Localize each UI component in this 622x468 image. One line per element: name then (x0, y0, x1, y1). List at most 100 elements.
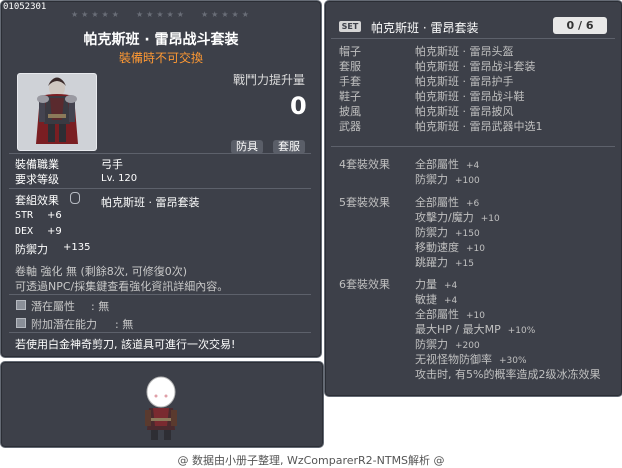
set-effect-text: 全部屬性 (415, 196, 459, 209)
set-effect-text: 最大HP / 最大MP (415, 323, 501, 336)
power-increase-label: 戰鬥力提升量 (233, 73, 306, 87)
character-preview-panel (0, 361, 324, 448)
set-effect-tier: 6套裝效果 (339, 278, 390, 291)
job-value: 弓手 (101, 158, 123, 171)
set-piece-slot: 套服 (339, 60, 361, 73)
set-effect-text: 全部屬性 (415, 308, 459, 321)
set-name: 帕克斯班 · 雷昂套装 (371, 21, 479, 35)
set-piece-slot: 手套 (339, 75, 361, 88)
set-piece-name: 帕克斯班 · 雷昂战斗套装 (415, 60, 536, 73)
set-effect-line: 力量 +4 (415, 276, 457, 292)
potential-value: : 無 (91, 300, 110, 313)
set-effect-value: +10 (480, 214, 500, 224)
set-effect-value: +15 (455, 259, 474, 269)
item-tooltip-panel: 01052301 ★★★★★ ★★★★★ ★★★★★ 帕克斯班 · 雷昂战斗套装… (0, 0, 322, 358)
set-piece-name: 帕克斯班 · 雷昂护手 (415, 75, 514, 88)
level-value: Lv. 120 (101, 173, 138, 184)
set-effect-text: 力量 (415, 278, 437, 291)
divider (331, 38, 615, 39)
divider (9, 294, 311, 295)
bonus-potential-checkbox-icon (16, 318, 26, 328)
bonus-potential-label: 附加潛在能力 (31, 318, 97, 331)
set-effect-value: 帕克斯班 · 雷昂套装 (101, 196, 200, 209)
stat-name: 防禦力 (15, 243, 48, 256)
set-piece-count: 0 / 6 (553, 17, 607, 34)
set-badge: SET (339, 21, 361, 32)
set-effect-line: 移動速度 +10 (415, 239, 485, 255)
set-effect-value: +10 (466, 311, 485, 321)
set-effect-text: 全部屬性 (415, 158, 459, 171)
set-effect-line: 最大HP / 最大MP +10% (415, 321, 535, 337)
set-piece-name: 帕克斯班 · 雷昂披风 (415, 105, 514, 118)
category-tag-armor: 防具 (231, 140, 263, 154)
set-effect-value: +4 (466, 161, 480, 171)
stat-name: DEX (15, 226, 34, 237)
mouse-icon (70, 192, 80, 204)
set-effect-tier: 4套裝效果 (339, 158, 390, 171)
set-effect-line: 跳躍力 +15 (415, 254, 474, 270)
set-effect-line: 防禦力 +100 (415, 171, 480, 187)
set-effect-text: 移動速度 (415, 241, 459, 254)
set-effect-text: 跳躍力 (415, 256, 448, 269)
stat-value: +135 (63, 242, 91, 253)
set-piece-slot: 武器 (339, 120, 361, 133)
power-increase-value: 0 (290, 92, 307, 120)
stat-name: STR (15, 210, 34, 221)
item-icon-frame (17, 73, 97, 151)
set-piece-name: 帕克斯班 · 雷昂头盔 (415, 45, 514, 58)
set-effect-value: +4 (444, 296, 458, 306)
set-effect-value: +4 (444, 281, 458, 291)
set-effect-text: 无视怪物防御率 (415, 353, 492, 366)
set-piece-name: 帕克斯班 · 雷昂战斗鞋 (415, 90, 525, 103)
character-avatar (145, 376, 177, 440)
set-effect-line: 全部屬性 +6 (415, 194, 479, 210)
set-effect-line: 敏捷 +4 (415, 291, 457, 307)
set-effect-line: 全部屬性 +4 (415, 156, 479, 172)
scroll-enhance-info: 卷軸 強化 無 (剩餘8次, 可修復0次) (15, 265, 188, 278)
job-label: 裝備職業 (15, 158, 59, 171)
divider (9, 153, 311, 154)
set-effect-line: 防禦力 +200 (415, 336, 480, 352)
set-piece-name: 帕克斯班 · 雷昂武器中选1 (415, 120, 543, 133)
divider (9, 332, 311, 333)
set-effect-line: 无视怪物防御率 +30% (415, 351, 527, 367)
set-piece-slot: 披風 (339, 105, 361, 118)
trade-restriction-notice: 裝備時不可交換 (118, 51, 203, 65)
set-effect-value: +10% (507, 326, 536, 336)
set-effect-tier: 5套裝效果 (339, 196, 390, 209)
armor-suit-icon (36, 77, 78, 144)
star-group-3: ★★★★★ (201, 10, 252, 19)
stat-value: +9 (47, 226, 62, 237)
divider (331, 146, 615, 147)
set-info-panel: SET 帕克斯班 · 雷昂套装 0 / 6 帽子 帕克斯班 · 雷昂头盔 套服 帕克斯… (324, 0, 622, 397)
set-effect-value: +200 (455, 341, 480, 351)
set-effect-text: 攻擊力/魔力 (415, 211, 474, 224)
set-effect-line: 防禦力 +150 (415, 224, 480, 240)
set-effect-value: +6 (466, 199, 480, 209)
set-effect-line: 全部屬性 +10 (415, 306, 485, 322)
item-id: 01052301 (3, 2, 47, 12)
set-effect-label: 套組效果 (15, 194, 59, 207)
bonus-potential-value: : 無 (115, 318, 134, 331)
set-effect-value: +10 (466, 244, 485, 254)
item-title: 帕克斯班 · 雷昂战斗套装 (83, 32, 239, 48)
set-piece-slot: 鞋子 (339, 90, 361, 103)
set-effect-text: 防禦力 (415, 173, 448, 186)
set-effect-text: 攻击时, 有5%的概率造成2级冰冻效果 (415, 368, 601, 381)
star-group-1: ★★★★★ (71, 10, 122, 19)
potential-checkbox-icon (16, 300, 26, 310)
trade-scissors-notice: 若使用白金神奇剪刀, 該道具可進行一次交易! (15, 338, 236, 351)
set-effect-text: 防禦力 (415, 226, 448, 239)
set-effect-text: 敏捷 (415, 293, 437, 306)
set-effect-line: 攻击时, 有5%的概率造成2级冰冻效果 (415, 366, 600, 382)
category-tag-outfit: 套服 (273, 140, 305, 154)
set-piece-slot: 帽子 (339, 45, 361, 58)
set-effect-value: +30% (499, 356, 527, 366)
stat-value: +6 (47, 210, 62, 221)
npc-enhance-hint: 可透過NPC/採集鍵查看強化資訊詳細內容。 (15, 280, 229, 293)
divider (9, 188, 311, 189)
set-effect-value: +100 (455, 176, 480, 186)
set-effect-line: 攻擊力/魔力 +10 (415, 209, 500, 225)
star-group-2: ★★★★★ (136, 10, 187, 19)
potential-label: 潛在屬性 (31, 300, 75, 313)
